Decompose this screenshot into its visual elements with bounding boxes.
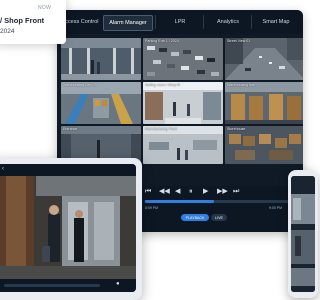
tablet-bottom-bar: ●	[0, 279, 136, 292]
tab-smart-map[interactable]: Smart Map	[251, 15, 300, 29]
tablet-menu-icon[interactable]: ●	[116, 281, 120, 287]
status-badge: NOW	[38, 5, 52, 11]
playback-mode-button[interactable]: PLAYBACK	[181, 214, 209, 221]
tab-lpr[interactable]: LPR	[155, 15, 204, 29]
camera-label: Selling room / Shop R	[145, 83, 180, 87]
tablet-camera-image	[0, 176, 136, 279]
camera-tile-storehouse[interactable]: Storehouse	[225, 126, 303, 164]
tab-alarm-manager[interactable]: Alarm Manager	[103, 15, 153, 31]
timeline-progress	[145, 200, 215, 203]
camera-label: Entrance	[63, 127, 78, 131]
street-camera-image	[225, 38, 303, 80]
camera-grid: Parking Entr 1 / 2024 Street View 01 War…	[61, 38, 303, 168]
skip-start-button[interactable]: ⏮	[145, 188, 151, 195]
camera-label: Warehousing line	[227, 83, 255, 87]
warehouse-camera-image	[61, 82, 141, 124]
info-card: NOW / Shop Front 2024	[0, 0, 66, 44]
card-date: 2024	[0, 28, 15, 35]
card-title: / Shop Front	[0, 16, 45, 25]
phone-camera-image	[291, 176, 315, 292]
camera-tile-warehouse-1[interactable]: Warehousing Dep 03	[61, 82, 141, 124]
time-right: 9:00 PM	[269, 206, 283, 210]
tablet-back-icon[interactable]: ‹	[2, 166, 4, 172]
camera-label: Warehousing Dep 03	[63, 83, 97, 87]
pause-button[interactable]: ⏸	[189, 188, 193, 195]
camera-tile-street[interactable]: Street View 01	[225, 38, 303, 80]
top-navigation: Access Control Alarm Manager LPR Analyti…	[57, 10, 303, 34]
camera-tile-warehouse-2[interactable]: Warehousing line	[225, 82, 303, 124]
camera-label: Storehouse	[227, 127, 246, 131]
store-camera-image	[143, 82, 223, 124]
rewind-button[interactable]: ◀◀	[159, 188, 170, 195]
play-button[interactable]: ▶	[203, 188, 208, 195]
skip-end-button[interactable]: ⏭	[233, 188, 239, 195]
camera-tile-store[interactable]: Selling room / Shop R	[143, 82, 223, 124]
step-back-button[interactable]: ◀	[175, 188, 180, 195]
fast-forward-button[interactable]: ▶▶	[217, 188, 228, 195]
camera-tile-parking[interactable]: Parking Entr 1 / 2024	[143, 38, 223, 80]
plant-camera-image	[143, 126, 223, 164]
warehouse-line-camera-image	[225, 82, 303, 124]
playback-timeline[interactable]	[145, 200, 299, 203]
tablet-top-bar: ‹	[0, 164, 136, 176]
phone-screen	[291, 176, 315, 292]
storehouse-camera-image	[225, 126, 303, 164]
time-left: 8:59 PM	[145, 206, 159, 210]
camera-label: Manufacturing Plant	[145, 127, 177, 131]
lobby-camera-image	[61, 38, 141, 80]
camera-label: Street View 01	[227, 39, 251, 43]
tab-analytics[interactable]: Analytics	[203, 15, 252, 29]
tablet-timeline[interactable]	[4, 284, 100, 287]
camera-tile-plant[interactable]: Manufacturing Plant	[143, 126, 223, 164]
camera-label: Parking Entr 1 / 2024	[145, 39, 179, 43]
live-mode-button[interactable]: LIVE	[211, 214, 227, 221]
tablet-screen: ‹ ●	[0, 164, 136, 292]
tablet-device: ‹ ●	[0, 158, 142, 300]
phone-device	[288, 170, 318, 298]
camera-tile-lobby[interactable]	[61, 38, 141, 80]
parking-camera-image	[143, 38, 223, 80]
playback-controls: ⏮ ◀◀ ◀ ⏸ ▶ ▶▶ ⏭ 8:59 PM 9:00 PM PLAYBACK…	[141, 186, 303, 232]
